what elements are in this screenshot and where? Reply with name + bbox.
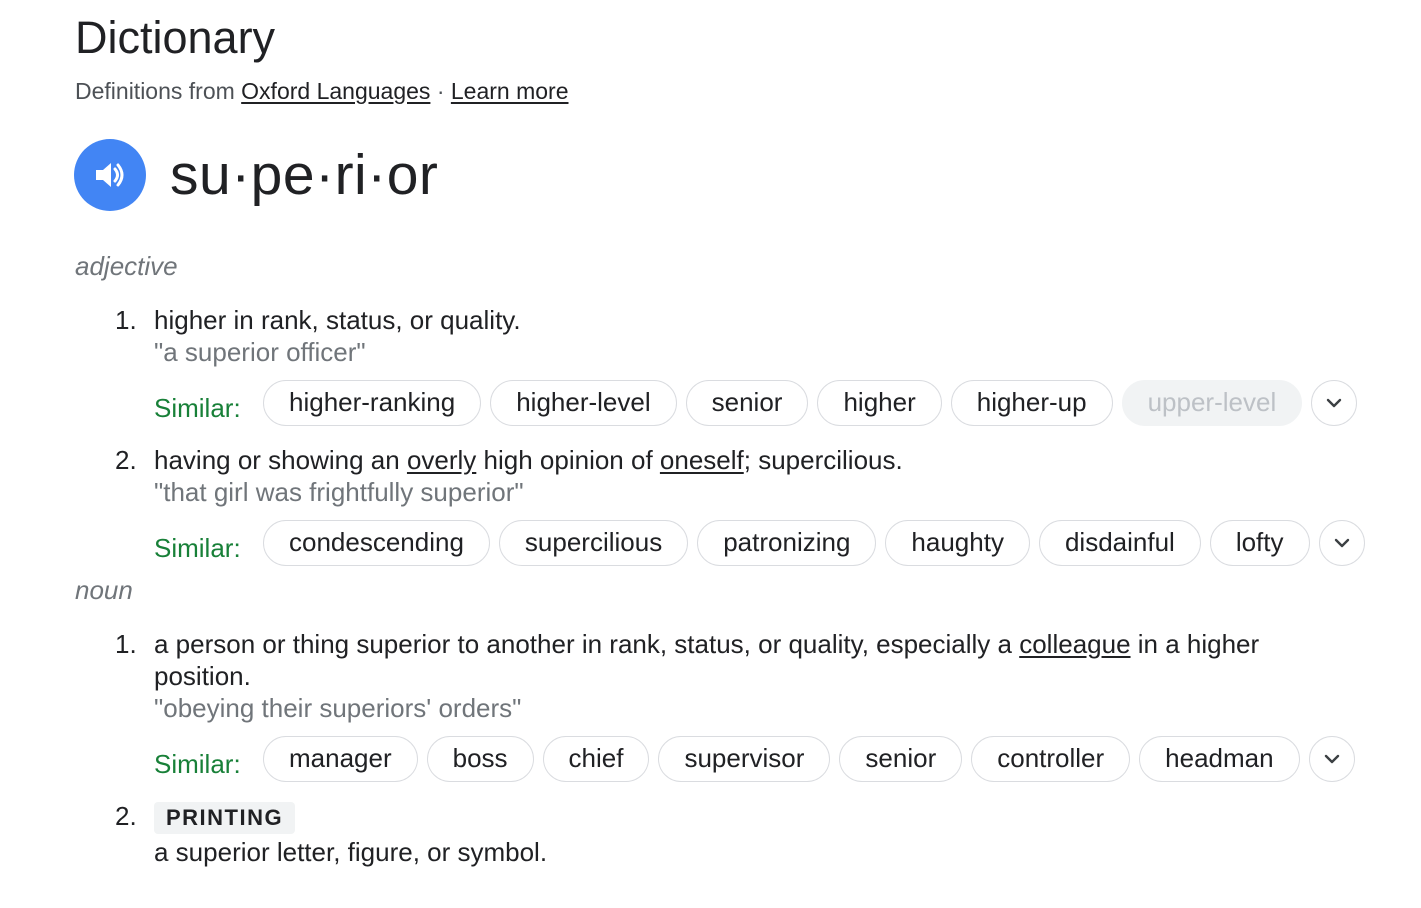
definition-text: high opinion of [476,445,660,475]
definition-text: ; supercilious. [743,445,903,475]
similar-chip[interactable]: higher-up [950,380,1113,426]
similar-chip[interactable]: supervisor [658,736,831,782]
similar-chip[interactable]: patronizing [697,520,877,566]
expand-similar-button[interactable] [1318,520,1365,566]
similar-chip[interactable]: higher-ranking [263,380,482,426]
similar-chip[interactable]: haughty [885,520,1030,566]
similar-chip[interactable]: chief [542,736,650,782]
dictionary-title: Dictionary [75,12,276,63]
definition: a person or thing superior to another in… [154,628,1354,692]
expand-similar-button[interactable] [1311,380,1358,426]
similar-chip[interactable]: boss [426,736,534,782]
sense-number: 2. [115,445,137,475]
speaker-icon [96,163,124,187]
similar-chip[interactable]: lofty [1209,520,1310,566]
source-prefix: Definitions from [75,78,235,104]
chevron-down-icon [1334,538,1349,548]
similar-chip[interactable]: controller [971,736,1131,782]
similar-chips: manager boss chief supervisor senior con… [263,736,1355,782]
similar-chip[interactable]: upper-level [1121,380,1303,426]
part-of-speech-noun: noun [75,575,133,605]
oxford-languages-link[interactable]: Oxford Languages [241,78,430,104]
similar-chips: higher-ranking higher-level senior highe… [263,380,1358,426]
definition: higher in rank, status, or quality. [154,305,521,335]
definition: having or showing an overly high opinion… [154,444,1384,476]
definition: a superior letter, figure, or symbol. [154,837,548,867]
similar-chip[interactable]: condescending [263,520,490,566]
word-link-oneself[interactable]: oneself [660,445,744,475]
similar-chip[interactable]: senior [685,380,809,426]
example: "that girl was frightfully superior" [154,477,524,507]
definition-text: a person or thing superior to another in… [154,629,1020,659]
similar-chip[interactable]: higher-level [490,380,677,426]
example: "a superior officer" [154,337,366,367]
similar-chip[interactable]: senior [839,736,963,782]
similar-label: Similar: [154,533,241,563]
similar-chip[interactable]: disdainful [1038,520,1201,566]
sense-number: 1. [115,629,137,659]
part-of-speech-adjective: adjective [75,251,178,281]
similar-chips: condescending supercilious patronizing h… [263,520,1365,566]
example: "obeying their superiors' orders" [154,693,522,723]
sense-number: 1. [115,305,137,335]
headword: su·pe·ri·or [170,143,439,207]
word-link-overly[interactable]: overly [407,445,476,475]
learn-more-link[interactable]: Learn more [451,78,569,104]
similar-chip[interactable]: manager [263,736,418,782]
chevron-down-icon [1324,754,1339,764]
definition-text: having or showing an [154,445,407,475]
similar-label: Similar: [154,393,241,423]
usage-label: PRINTING [154,802,296,834]
similar-label: Similar: [154,749,241,779]
similar-chip[interactable]: supercilious [498,520,689,566]
chevron-down-icon [1327,398,1342,408]
similar-chip[interactable]: headman [1139,736,1300,782]
pronunciation-button[interactable] [74,139,146,211]
expand-similar-button[interactable] [1308,736,1355,782]
word-link-colleague[interactable]: colleague [1019,629,1130,659]
similar-chip[interactable]: higher [817,380,942,426]
separator: · [436,78,445,104]
source-line: Definitions from Oxford Languages · Lear… [75,76,569,106]
sense-number: 2. [115,801,137,831]
